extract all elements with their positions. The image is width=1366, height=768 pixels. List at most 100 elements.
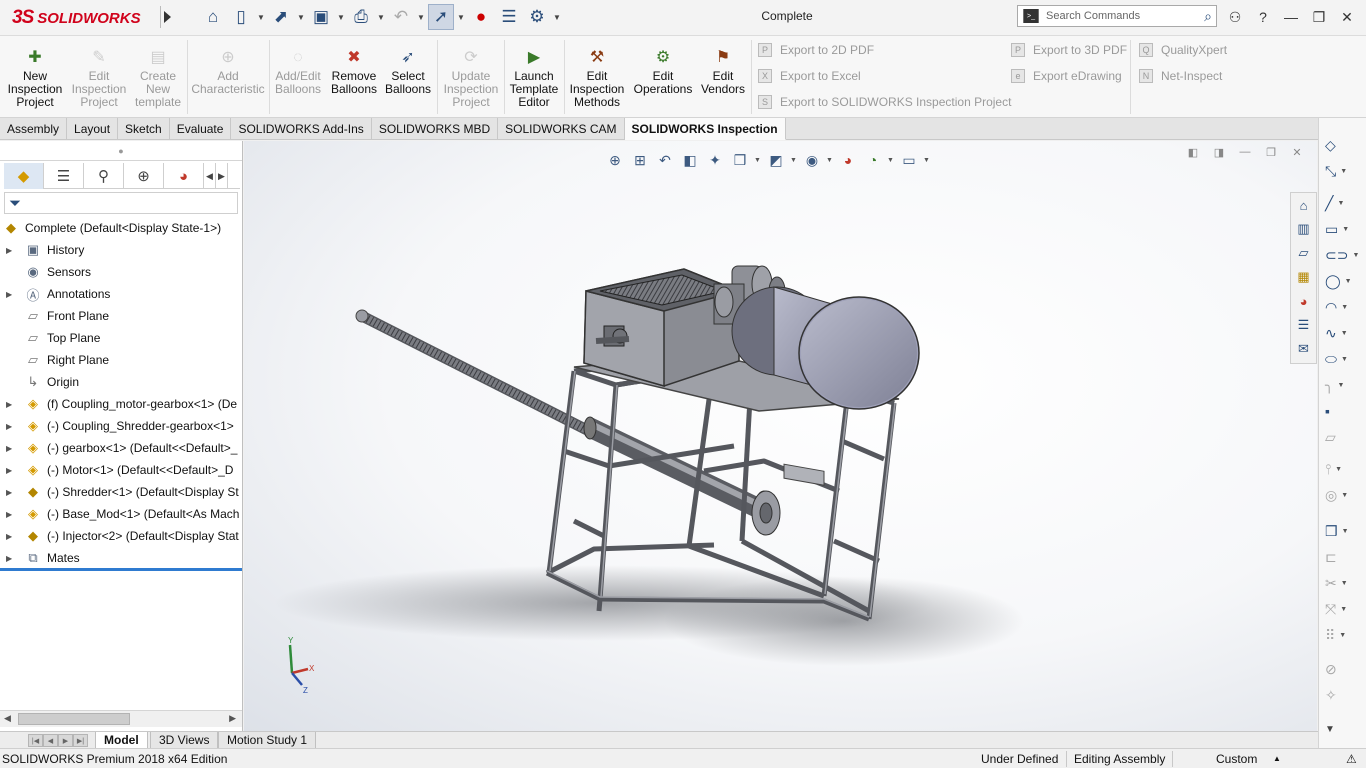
minimize-icon[interactable]: —	[1280, 6, 1302, 28]
smart-dimension-icon[interactable]: ⤡ ▼	[1325, 160, 1361, 182]
tab-model[interactable]: Model	[95, 732, 148, 749]
plane-sketch-icon[interactable]: ▱	[1325, 426, 1361, 448]
home-icon[interactable]: ⌂	[200, 4, 226, 30]
file-properties-icon[interactable]: ☰	[496, 4, 522, 30]
expand-arrow-icon[interactable]: ▶	[6, 246, 16, 255]
tree-item-coupling-shredder-gearbox[interactable]: ▶ ◈ (-) Coupling_Shredder-gearbox<1>	[0, 415, 242, 437]
add-characteristic-button[interactable]: ⊕ Add Characteristic	[190, 48, 266, 114]
undo-icon[interactable]: ↶	[388, 4, 414, 30]
tree-root[interactable]: ◆ Complete (Default<Display State-1>)	[0, 217, 242, 239]
expand-arrow-icon[interactable]: ▶	[6, 422, 16, 431]
tab-sketch[interactable]: Sketch	[118, 118, 170, 140]
tree-item-injector[interactable]: ▶ ◆ (-) Injector<2> (Default<Display Sta…	[0, 525, 242, 547]
user-account-icon[interactable]: ⚇	[1224, 6, 1246, 28]
line-icon[interactable]: ╱ ▼	[1325, 192, 1361, 214]
edit-vendors-button[interactable]: ⚑ Edit Vendors	[698, 48, 748, 114]
horizontal-scrollbar[interactable]: ◀ ▶	[0, 710, 242, 727]
file-explorer-icon[interactable]: ▱	[1291, 241, 1316, 265]
unit-system-selector[interactable]: Custom	[1216, 752, 1257, 766]
tree-item-annotations[interactable]: ▶ Ⓐ Annotations	[0, 283, 242, 305]
tree-item-coupling-motor-gearbox[interactable]: ▶ ◈ (f) Coupling_motor-gearbox<1> (De	[0, 393, 242, 415]
tree-filter-icon[interactable]: ⏷	[4, 192, 238, 214]
tab-solidworks-inspection[interactable]: SOLIDWORKS Inspection	[624, 118, 786, 140]
chevron-down-icon[interactable]: ▼	[376, 4, 386, 30]
remove-balloons-button[interactable]: ✖ Remove Balloons	[328, 48, 380, 114]
select-balloons-button[interactable]: ➶ Select Balloons	[382, 48, 434, 114]
trim-icon[interactable]: ✂ ▼	[1325, 572, 1361, 594]
export-inspection-project-button[interactable]: S Export to SOLIDWORKS Inspection Project	[758, 93, 1011, 111]
panel-resize-handle[interactable]: ●	[0, 141, 242, 161]
tab-evaluate[interactable]: Evaluate	[170, 118, 232, 140]
edit-inspection-project-button[interactable]: ✎ Edit Inspection Project	[70, 48, 128, 114]
save-icon[interactable]: ▣	[308, 4, 334, 30]
view-palette-icon[interactable]: ▦	[1291, 265, 1316, 289]
expand-arrow-icon[interactable]: ▶	[6, 510, 16, 519]
scroll-thumb[interactable]	[18, 713, 130, 725]
options-gear-icon[interactable]: ⚙	[524, 4, 550, 30]
edit-operations-button[interactable]: ⚙ Edit Operations	[632, 48, 694, 114]
chevron-down-icon[interactable]: ▼	[336, 4, 346, 30]
launch-template-editor-button[interactable]: ▶ Launch Template Editor	[506, 48, 562, 114]
search-icon[interactable]: ⌕	[1204, 8, 1212, 25]
qualityxpert-button[interactable]: Q QualityXpert	[1139, 41, 1227, 59]
new-inspection-project-button[interactable]: ✚ New Inspection Project	[4, 48, 66, 114]
new-document-icon[interactable]: ▯	[228, 4, 254, 30]
next-tab-icon[interactable]: ▶	[58, 734, 73, 747]
solidworks-logo[interactable]: 3S SOLIDWORKS	[12, 6, 152, 30]
expand-arrow-icon[interactable]: ▶	[6, 554, 16, 563]
tree-item-history[interactable]: ▶ ▣ History	[0, 239, 242, 261]
restore-icon[interactable]: ❐	[1308, 6, 1330, 28]
first-tab-icon[interactable]: |◀	[28, 734, 43, 747]
appearances-scenes-icon[interactable]: ◕	[1291, 289, 1316, 313]
tree-item-right-plane[interactable]: ▱ Right Plane	[0, 349, 242, 371]
add-edit-balloons-button[interactable]: ◌ Add/Edit Balloons	[272, 48, 324, 114]
net-inspect-button[interactable]: N Net-Inspect	[1139, 67, 1222, 85]
open-folder-icon[interactable]: ⬈	[268, 4, 294, 30]
move-entities-icon[interactable]: ⤧ ▼	[1325, 598, 1361, 620]
property-manager-icon[interactable]: ☰	[44, 163, 84, 189]
expand-arrow-icon[interactable]: ▶	[6, 532, 16, 541]
tab-3d-views[interactable]: 3D Views	[150, 732, 219, 749]
scroll-left-icon[interactable]: ◀	[4, 713, 11, 724]
rectangle-icon[interactable]: ▭ ▼	[1325, 218, 1361, 240]
chevron-down-icon[interactable]: ▼	[1325, 718, 1361, 740]
chevron-down-icon[interactable]: ▼	[416, 4, 426, 30]
tree-item-gearbox[interactable]: ▶ ◈ (-) gearbox<1> (Default<<Default>_	[0, 437, 242, 459]
point-icon[interactable]: ▪	[1325, 400, 1361, 422]
tab-scroll-right-icon[interactable]: ▶	[216, 163, 228, 189]
tree-item-base-mod[interactable]: ▶ ◈ (-) Base_Mod<1> (Default<As Mach	[0, 503, 242, 525]
display-manager-icon[interactable]: ◕	[164, 163, 204, 189]
convert-entities-icon[interactable]: ◎ ▼	[1325, 484, 1361, 506]
export-2d-pdf-button[interactable]: P Export to 2D PDF	[758, 41, 874, 59]
chevron-down-icon[interactable]: ▼	[256, 4, 266, 30]
ellipse-icon[interactable]: ⬭ ▼	[1325, 348, 1361, 370]
offset-icon[interactable]: ⊏	[1325, 546, 1361, 568]
repair-sketch-icon[interactable]: ⊘	[1325, 658, 1361, 680]
expand-menu-arrow-icon[interactable]	[160, 6, 174, 28]
edit-inspection-methods-button[interactable]: ⚒ Edit Inspection Methods	[566, 48, 628, 114]
expand-arrow-icon[interactable]: ▶	[6, 488, 16, 497]
tree-item-mates[interactable]: ▶ ⧉ Mates	[0, 547, 242, 569]
help-button[interactable]: ?	[1252, 6, 1274, 28]
expand-arrow-icon[interactable]: ▶	[6, 466, 16, 475]
expand-arrow-icon[interactable]: ▶	[6, 444, 16, 453]
tree-item-top-plane[interactable]: ▱ Top Plane	[0, 327, 242, 349]
dimxpert-manager-icon[interactable]: ⊕	[124, 163, 164, 189]
tab-solidworks-mbd[interactable]: SOLIDWORKS MBD	[372, 118, 499, 140]
close-icon[interactable]: ✕	[1336, 6, 1358, 28]
configuration-manager-icon[interactable]: ⚲	[84, 163, 124, 189]
tab-scroll-left-icon[interactable]: ◀	[204, 163, 216, 189]
custom-properties-icon[interactable]: ☰	[1291, 313, 1316, 337]
create-new-template-button[interactable]: ▤ Create New template	[132, 48, 184, 114]
linear-pattern-icon[interactable]: ⠿ ▼	[1325, 624, 1361, 646]
tab-assembly[interactable]: Assembly	[0, 118, 68, 140]
export-edrawing-button[interactable]: e Export eDrawing	[1011, 67, 1122, 85]
fillet-icon[interactable]: ╮ ▼	[1325, 374, 1361, 396]
tab-solidworks-cam[interactable]: SOLIDWORKS CAM	[498, 118, 625, 140]
export-3d-pdf-button[interactable]: P Export to 3D PDF	[1011, 41, 1127, 59]
feature-manager-tree-icon[interactable]: ◆	[4, 163, 44, 189]
slot-icon[interactable]: ⊂⊃ ▼	[1325, 244, 1361, 266]
chevron-down-icon[interactable]: ▼	[456, 4, 466, 30]
previous-tab-icon[interactable]: ◀	[43, 734, 58, 747]
design-library-icon[interactable]: ▥	[1291, 217, 1316, 241]
